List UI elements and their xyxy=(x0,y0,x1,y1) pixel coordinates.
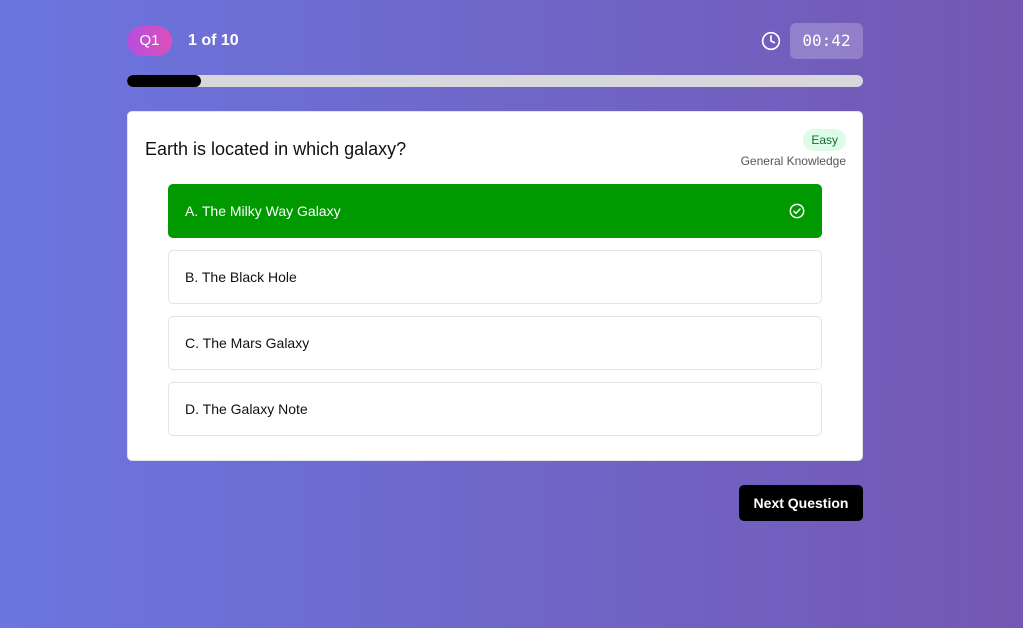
question-text: Earth is located in which galaxy? xyxy=(145,139,407,159)
clock-icon xyxy=(761,31,781,51)
progress-counter: 1 of 10 xyxy=(188,32,239,49)
check-circle-icon xyxy=(789,203,805,219)
answer-option-c[interactable]: C. The Mars Galaxy xyxy=(168,316,822,370)
difficulty-badge: Easy xyxy=(803,129,846,151)
question-meta: Easy General Knowledge xyxy=(741,129,846,168)
quiz-progress-bar xyxy=(127,75,863,87)
next-question-button[interactable]: Next Question xyxy=(739,485,863,521)
category-label: General Knowledge xyxy=(740,154,846,168)
countdown-timer: 00:42 xyxy=(790,23,863,59)
answer-option-label: A. The Milky Way Galaxy xyxy=(185,203,341,219)
question-card: Earth is located in which galaxy? Easy G… xyxy=(127,111,863,461)
answer-option-b[interactable]: B. The Black Hole xyxy=(168,250,822,304)
answer-option-label: C. The Mars Galaxy xyxy=(185,335,310,351)
answer-option-label: B. The Black Hole xyxy=(185,269,297,285)
question-number-badge: Q1 xyxy=(127,26,172,56)
answer-option-label: D. The Galaxy Note xyxy=(185,401,308,417)
quiz-progress-fill xyxy=(127,75,201,87)
answer-option-a[interactable]: A. The Milky Way Galaxy xyxy=(168,184,822,238)
answer-option-d[interactable]: D. The Galaxy Note xyxy=(168,382,822,436)
quiz-header: Q1 1 of 10 00:42 xyxy=(127,23,863,59)
